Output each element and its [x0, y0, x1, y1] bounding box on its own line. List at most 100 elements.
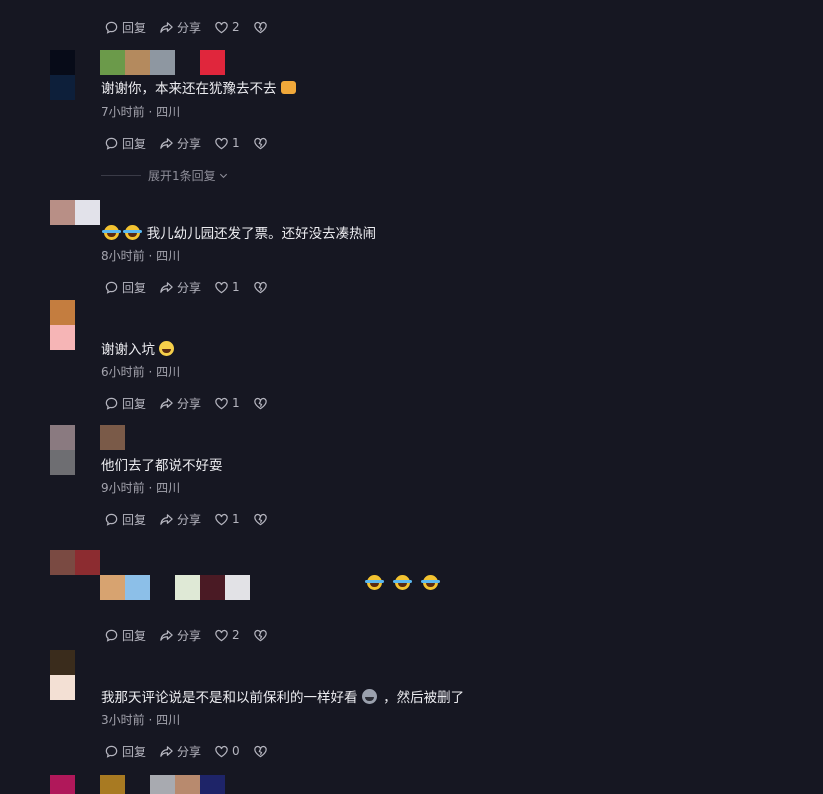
reply-button[interactable]: 回复	[104, 743, 146, 760]
reply-label: 回复	[122, 512, 147, 527]
like-count: 2	[232, 20, 240, 34]
rolling-laugh-emoji	[393, 575, 413, 590]
heart-icon	[215, 21, 228, 33]
like-button[interactable]: 1	[214, 396, 240, 411]
comment-text-body: 谢谢你，本来还在犹豫去不去	[101, 81, 277, 97]
like-button[interactable]: 0	[214, 744, 240, 759]
speech-bubble-icon	[105, 629, 118, 642]
avatar[interactable]	[50, 550, 100, 600]
dislike-button[interactable]	[253, 628, 271, 643]
heart-icon	[215, 397, 228, 409]
share-arrow-icon	[160, 281, 173, 293]
chevron-down-icon	[219, 173, 227, 179]
share-button[interactable]: 分享	[159, 19, 201, 36]
avatar[interactable]	[50, 775, 100, 794]
broken-heart-icon	[253, 745, 267, 757]
broken-heart-icon	[253, 137, 267, 149]
comment-meta: 7小时前 · 四川	[101, 105, 181, 119]
share-button[interactable]: 分享	[159, 511, 201, 528]
comment-text: 他们去了都说不好耍	[101, 458, 223, 474]
dislike-button[interactable]	[253, 396, 271, 411]
reply-button[interactable]: 回复	[104, 19, 146, 36]
comment-text-body: 谢谢入坑	[101, 342, 155, 358]
comment-meta: 6小时前 · 四川	[101, 365, 181, 379]
broken-heart-icon	[253, 397, 267, 409]
like-count: 1	[232, 280, 240, 294]
dislike-button[interactable]	[253, 744, 271, 759]
comment-text-redacted	[100, 575, 250, 600]
share-label: 分享	[177, 20, 202, 35]
reply-label: 回复	[122, 136, 147, 151]
heart-icon	[215, 629, 228, 641]
comment-actions: 回复 分享 1	[104, 278, 284, 296]
comment-text: 我儿幼儿园还发了票。还好没去凑热闹	[102, 225, 376, 243]
comment-text: 我那天评论说是不是和以前保利的一样好看 ，然后被删了	[101, 689, 464, 707]
like-button[interactable]: 1	[214, 512, 240, 527]
reply-button[interactable]: 回复	[104, 627, 146, 644]
rolling-laugh-emoji	[102, 225, 121, 240]
share-label: 分享	[177, 512, 202, 527]
reply-button[interactable]: 回复	[104, 511, 146, 528]
reply-button[interactable]: 回复	[104, 135, 146, 152]
heart-icon	[215, 745, 228, 757]
comment-actions: 回复 分享 1	[104, 394, 284, 412]
share-arrow-icon	[160, 137, 173, 149]
share-label: 分享	[177, 396, 202, 411]
grimace-emoji	[159, 341, 175, 356]
like-button[interactable]: 2	[214, 20, 240, 35]
username[interactable]	[100, 425, 125, 450]
speech-bubble-icon	[105, 281, 118, 294]
heart-icon	[215, 281, 228, 293]
speech-bubble-icon	[105, 21, 118, 34]
share-arrow-icon	[160, 745, 173, 757]
avatar[interactable]	[50, 50, 100, 100]
username[interactable]	[100, 775, 225, 794]
dislike-button[interactable]	[253, 20, 271, 35]
heart-icon	[215, 513, 228, 525]
like-count: 0	[232, 744, 240, 758]
heart-icon	[215, 137, 228, 149]
avatar[interactable]	[50, 300, 100, 350]
avatar[interactable]	[50, 200, 100, 250]
comment-actions: 回复 分享 0	[104, 742, 284, 760]
reply-label: 回复	[122, 280, 147, 295]
share-label: 分享	[177, 744, 202, 759]
share-label: 分享	[177, 628, 202, 643]
share-button[interactable]: 分享	[159, 279, 201, 296]
dislike-button[interactable]	[253, 512, 271, 527]
like-count: 1	[232, 396, 240, 410]
broken-heart-icon	[253, 281, 267, 293]
avatar[interactable]	[50, 425, 100, 475]
expand-replies-button[interactable]: 展开1条回复	[101, 167, 229, 184]
reply-button[interactable]: 回复	[104, 395, 146, 412]
share-button[interactable]: 分享	[159, 395, 201, 412]
share-arrow-icon	[160, 21, 173, 33]
speech-bubble-icon	[105, 137, 118, 150]
cat-emoji	[361, 689, 377, 704]
comment-actions: 回复 分享 1	[104, 134, 284, 152]
dislike-button[interactable]	[253, 136, 271, 151]
reply-button[interactable]: 回复	[104, 279, 146, 296]
comment-meta: 8小时前 · 四川	[101, 249, 181, 263]
like-button[interactable]: 2	[214, 628, 240, 643]
speech-bubble-icon	[105, 745, 118, 758]
like-count: 1	[232, 136, 240, 150]
divider	[101, 175, 141, 176]
dislike-button[interactable]	[253, 280, 271, 295]
rolling-laugh-emoji	[123, 225, 143, 240]
avatar[interactable]	[50, 650, 100, 700]
like-button[interactable]: 1	[214, 136, 240, 151]
reply-label: 回复	[122, 20, 147, 35]
comment-text-tail: ，然后被删了	[383, 690, 465, 706]
comment-actions: 回复 分享 1	[104, 510, 284, 528]
share-button[interactable]: 分享	[159, 627, 201, 644]
speech-bubble-icon	[105, 513, 118, 526]
comment-text: 谢谢入坑	[101, 341, 176, 359]
share-button[interactable]: 分享	[159, 135, 201, 152]
username[interactable]	[100, 50, 250, 75]
like-count: 2	[232, 628, 240, 642]
like-button[interactable]: 1	[214, 280, 240, 295]
share-button[interactable]: 分享	[159, 743, 201, 760]
broken-heart-icon	[253, 629, 267, 641]
speech-bubble-icon	[105, 397, 118, 410]
